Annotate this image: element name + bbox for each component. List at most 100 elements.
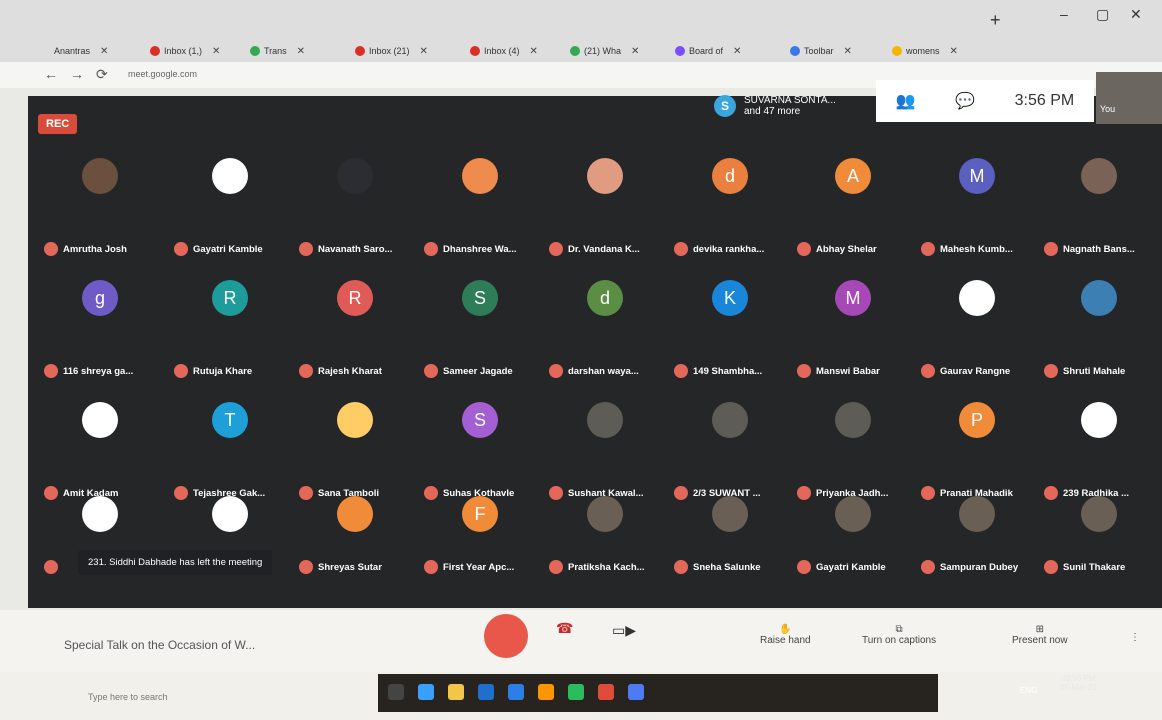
mail-icon[interactable] [508, 684, 524, 700]
back-icon[interactable]: ← [44, 66, 58, 82]
close-icon[interactable]: ✕ [844, 46, 852, 57]
chat-icon[interactable]: 💬 [955, 91, 975, 111]
mic-off-icon [674, 242, 688, 256]
camera-icon[interactable]: ▭▶ [612, 622, 636, 639]
minimize-icon[interactable]: – [1060, 6, 1068, 22]
tab-whatsapp[interactable]: (21) Wha ✕ [570, 40, 639, 62]
participant-avatar: S [462, 402, 498, 438]
mic-off-icon [299, 560, 313, 574]
more-options-icon[interactable]: ⋮ [1130, 632, 1140, 643]
participant-tile[interactable]: R Rutuja Khare [170, 266, 290, 382]
tab-trans[interactable]: Trans ✕ [250, 40, 305, 62]
presenter-name: SUVARNA SONTA... [744, 95, 836, 106]
mic-off-icon [674, 364, 688, 378]
participant-tile[interactable]: A Abhay Shelar [793, 144, 913, 260]
participant-tile[interactable]: Sneha Salunke [670, 482, 790, 578]
reload-icon[interactable]: ⟳ [96, 66, 108, 83]
participant-tile[interactable]: F First Year Apc... [420, 482, 540, 578]
language-indicator: ENG [1020, 686, 1038, 695]
new-tab-button[interactable]: + [990, 10, 1001, 31]
firefox-icon[interactable] [538, 684, 554, 700]
tab-inbox-21[interactable]: Inbox (21) ✕ [355, 40, 428, 62]
participant-avatar [835, 496, 871, 532]
mic-off-icon [174, 242, 188, 256]
tab-inbox-1[interactable]: Inbox (1,) ✕ [150, 40, 220, 62]
participant-tile[interactable]: Shruti Mahale [1040, 266, 1158, 382]
close-icon[interactable]: ✕ [297, 46, 305, 57]
participant-avatar: M [959, 158, 995, 194]
tab-inbox-4[interactable]: Inbox (4) ✕ [470, 40, 538, 62]
present-control[interactable]: ⊞ Present now [1012, 624, 1068, 646]
close-window-icon[interactable]: ✕ [1130, 6, 1142, 23]
docs-icon[interactable] [628, 684, 644, 700]
tab-anantras[interactable]: Anantras ✕ [40, 40, 108, 62]
participant-name: Amrutha Josh [63, 243, 127, 255]
edge-icon[interactable] [418, 684, 434, 700]
people-icon[interactable]: 👥 [896, 91, 916, 111]
chrome-icon[interactable] [568, 684, 584, 700]
participant-avatar [212, 158, 248, 194]
meeting-title[interactable]: Special Talk on the Occasion of W... [64, 638, 255, 652]
url-field[interactable]: meet.google.com [128, 69, 197, 79]
task-view-icon[interactable] [388, 684, 404, 700]
raise-hand-label: Raise hand [760, 635, 811, 646]
close-icon[interactable]: ✕ [530, 46, 538, 57]
participant-tile[interactable]: Shreyas Sutar [295, 482, 415, 578]
close-icon[interactable]: ✕ [100, 46, 108, 57]
participant-tile[interactable]: Dhanshree Wa... [420, 144, 540, 260]
participant-tile[interactable]: R Rajesh Kharat [295, 266, 415, 382]
raise-hand-control[interactable]: ✋ Raise hand [760, 624, 811, 646]
participant-label: 116 shreya ga... [44, 364, 133, 378]
close-icon[interactable]: ✕ [950, 46, 958, 57]
participant-tile[interactable]: Pratiksha Kach... [545, 482, 665, 578]
participant-tile[interactable]: g 116 shreya ga... [40, 266, 160, 382]
participant-avatar [82, 158, 118, 194]
close-icon[interactable]: ✕ [733, 46, 741, 57]
office-icon[interactable] [598, 684, 614, 700]
participant-avatar [337, 496, 373, 532]
participant-avatar: M [835, 280, 871, 316]
participant-tile[interactable]: Dr. Vandana K... [545, 144, 665, 260]
close-icon[interactable]: ✕ [420, 46, 428, 57]
participant-tile[interactable]: M Manswi Babar [793, 266, 913, 382]
participant-tile[interactable]: K 149 Shambha... [670, 266, 790, 382]
mic-off-icon [299, 242, 313, 256]
participant-tile[interactable]: Amrutha Josh [40, 144, 160, 260]
participant-tile[interactable]: M Mahesh Kumb... [917, 144, 1037, 260]
participant-tile[interactable]: d devika rankha... [670, 144, 790, 260]
participant-tile[interactable]: Nagnath Bans... [1040, 144, 1158, 260]
maximize-icon[interactable]: ▢ [1096, 6, 1109, 23]
forward-icon[interactable]: → [70, 66, 84, 82]
participant-label: Gayatri Kamble [797, 560, 886, 574]
toast-message: 231. Siddhi Dabhade has left the meeting [78, 550, 273, 575]
captions-control[interactable]: ⧉ Turn on captions [862, 624, 936, 646]
store-icon[interactable] [478, 684, 494, 700]
tab-toolbar[interactable]: Toolbar ✕ [790, 40, 852, 62]
participant-label [44, 560, 63, 574]
tab-label: Trans [264, 46, 287, 56]
tab-label: womens [906, 46, 940, 56]
close-icon[interactable]: ✕ [631, 46, 639, 57]
participant-tile[interactable]: Navanath Saro... [295, 144, 415, 260]
participant-tile[interactable]: Sampuran Dubey [917, 482, 1037, 578]
participant-tile[interactable]: S Sameer Jagade [420, 266, 540, 382]
participant-avatar [835, 402, 871, 438]
presenter-info: S SUVARNA SONTA... and 47 more [714, 88, 874, 124]
participant-tile[interactable]: d darshan waya... [545, 266, 665, 382]
participant-tile[interactable]: Gayatri Kamble [793, 482, 913, 578]
tab-label: (21) Wha [584, 46, 622, 56]
participant-avatar [337, 158, 373, 194]
mic-off-button[interactable] [484, 614, 528, 658]
participant-name: Dr. Vandana K... [568, 243, 640, 255]
participant-tile[interactable]: Sunil Thakare [1040, 482, 1158, 578]
tab-womens[interactable]: womens ✕ [892, 40, 958, 62]
participant-name: devika rankha... [693, 243, 765, 255]
participant-tile[interactable]: Gaurav Rangne [917, 266, 1037, 382]
hang-up-icon[interactable]: ☎ [556, 620, 573, 637]
close-icon[interactable]: ✕ [212, 46, 220, 57]
tab-board[interactable]: Board of ✕ [675, 40, 741, 62]
participant-label: Shruti Mahale [1044, 364, 1125, 378]
file-explorer-icon[interactable] [448, 684, 464, 700]
participant-tile[interactable]: Gayatri Kamble [170, 144, 290, 260]
taskbar-search[interactable]: Type here to search [88, 692, 168, 702]
